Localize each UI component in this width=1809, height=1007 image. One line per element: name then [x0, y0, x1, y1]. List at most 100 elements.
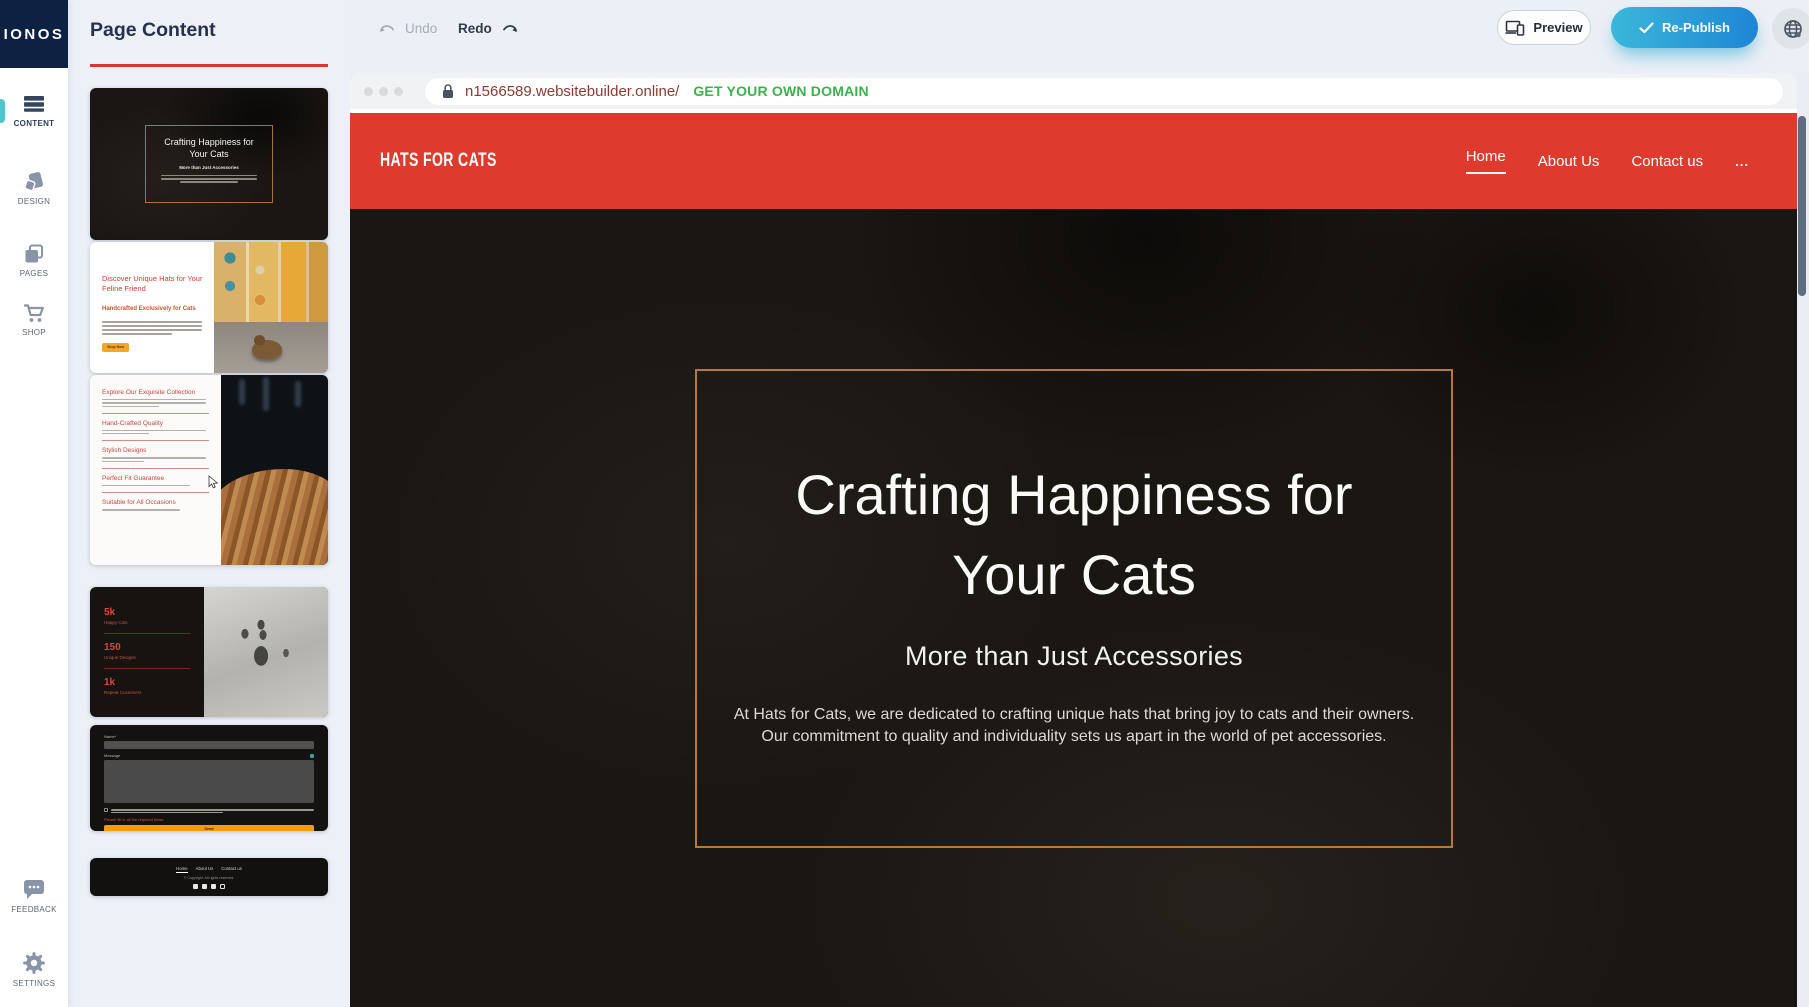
- stat-value: 5k: [104, 607, 190, 618]
- text-line-placeholder: [102, 509, 206, 510]
- text-line-placeholder: [102, 399, 206, 407]
- redo-label: Redo: [458, 21, 492, 36]
- text-line-placeholder: [102, 457, 206, 462]
- social-icon: [211, 884, 216, 889]
- thumb-intro-section[interactable]: Discover Unique Hats for Your Feline Fri…: [90, 242, 328, 373]
- thumb-hero-frame: Crafting Happiness for Your Cats More th…: [145, 125, 273, 203]
- thumb-hero-section[interactable]: Crafting Happiness for Your Cats More th…: [90, 88, 328, 240]
- social-icon: [193, 884, 198, 889]
- footer-copyright: © Copyright. All rights reserved.: [184, 876, 235, 880]
- footer-social-icons: [193, 884, 225, 889]
- site-nav: Home About Us Contact us ...: [1466, 148, 1749, 174]
- editor-toolbar: Undo Redo Preview Re-Publish: [350, 0, 1809, 73]
- undo-label: Undo: [405, 21, 437, 36]
- preview-scrollbar-thumb[interactable]: [1798, 116, 1806, 296]
- sidebar-item-label: SHOP: [0, 328, 68, 337]
- preview-label: Preview: [1533, 20, 1582, 35]
- thumb-stats-section[interactable]: 5k Happy Cats 150 Unique Designs 1k Repe…: [90, 587, 328, 717]
- site-canvas: HATS FOR CATS Home About Us Contact us .…: [350, 109, 1797, 1007]
- thumb-contact-form-section[interactable]: Name* Message Please fill in all the req…: [90, 725, 328, 831]
- cat-fur: [221, 469, 328, 565]
- stat-label: Repeat Customers: [104, 690, 190, 695]
- window-dots: [364, 87, 403, 96]
- check-icon: [1639, 22, 1654, 34]
- redo-button[interactable]: Redo: [458, 15, 520, 41]
- sidebar-item-label: DESIGN: [0, 197, 68, 206]
- undo-button[interactable]: Undo: [377, 15, 437, 41]
- stat-label: Happy Cats: [104, 620, 190, 625]
- nav-contact[interactable]: Contact us: [1631, 153, 1703, 170]
- nav-more-ellipsis[interactable]: ...: [1735, 154, 1749, 169]
- thumb-street-cat-photo: [214, 242, 328, 373]
- food-posters: [214, 242, 328, 322]
- feature-title: Explore Our Exquisite Collection: [102, 389, 209, 396]
- nav-about[interactable]: About Us: [1538, 153, 1600, 170]
- globe-icon: [1782, 18, 1804, 40]
- thumb-features-section[interactable]: Explore Our Exquisite Collection Hand-Cr…: [90, 375, 328, 565]
- shop-icon: [0, 301, 68, 325]
- thumb-features-list: Explore Our Exquisite Collection Hand-Cr…: [90, 375, 221, 565]
- feedback-icon: [0, 876, 68, 902]
- stat-label: Unique Designs: [104, 655, 190, 660]
- social-icon: [220, 884, 225, 889]
- sidebar-item-label: PAGES: [0, 269, 68, 278]
- sidebar-item-pages[interactable]: PAGES: [0, 242, 68, 278]
- form-name-input: [104, 741, 314, 749]
- thumb-hero-subtitle: More than Just Accessories: [146, 165, 272, 170]
- sidebar-item-shop[interactable]: SHOP: [0, 301, 68, 337]
- panel-title: Page Content: [90, 19, 216, 42]
- design-icon: [0, 170, 68, 194]
- sidebar-item-settings[interactable]: SETTINGS: [0, 950, 68, 988]
- text-line-placeholder: [111, 808, 314, 813]
- settings-icon: [0, 950, 68, 976]
- thumb-stats-list: 5k Happy Cats 150 Unique Designs 1k Repe…: [90, 587, 204, 717]
- sidebar-item-content[interactable]: CONTENT: [0, 92, 68, 128]
- site-header[interactable]: HATS FOR CATS Home About Us Contact us .…: [350, 113, 1797, 209]
- cat-photo-silhouette: [252, 340, 282, 359]
- get-domain-link[interactable]: GET YOUR OWN DOMAIN: [693, 83, 868, 99]
- republish-button[interactable]: Re-Publish: [1611, 7, 1758, 48]
- cursor-pointer: [208, 475, 219, 489]
- text-line-placeholder: [102, 430, 206, 435]
- nav-home[interactable]: Home: [1466, 148, 1506, 174]
- preview-button[interactable]: Preview: [1497, 10, 1591, 45]
- site-preview-card: n1566589.websitebuilder.online/ GET YOUR…: [350, 73, 1797, 1007]
- thumb-shop-now-button: Shop Now: [102, 343, 129, 352]
- redo-icon: [500, 21, 520, 35]
- address-bar[interactable]: n1566589.websitebuilder.online/ GET YOUR…: [425, 78, 1783, 105]
- site-brand: HATS FOR CATS: [380, 150, 497, 172]
- devices-icon: [1505, 20, 1525, 36]
- feature-title: Stylish Designs: [102, 447, 209, 454]
- form-message-textarea: [104, 760, 314, 803]
- thumb-paw-print-photo: [204, 587, 328, 717]
- sidebar-item-feedback[interactable]: FEEDBACK: [0, 876, 68, 914]
- hero-body-text: At Hats for Cats, we are dedicated to cr…: [729, 704, 1419, 748]
- sidebar-item-label: FEEDBACK: [0, 905, 68, 914]
- stat-value: 150: [104, 642, 190, 653]
- form-send-button: Send: [104, 825, 314, 831]
- pages-icon: [0, 242, 68, 266]
- social-icon: [202, 884, 207, 889]
- language-globe-button[interactable]: [1772, 8, 1809, 49]
- section-thumbnail-list: Crafting Happiness for Your Cats More th…: [90, 88, 328, 896]
- hero-section[interactable]: Crafting Happiness for Your Cats More th…: [695, 369, 1453, 848]
- text-line-placeholder: [102, 321, 202, 335]
- sidebar-item-design[interactable]: DESIGN: [0, 170, 68, 206]
- form-required-notice: Please fill in all the required fields: [104, 817, 314, 822]
- form-name-label: Name*: [104, 734, 314, 739]
- text-line-placeholder: [161, 175, 257, 183]
- thumb-footer-section[interactable]: Home About Us Contact us © Copyright. Al…: [90, 858, 328, 896]
- thumb-intro-heading: Discover Unique Hats for Your Feline Fri…: [102, 274, 204, 293]
- content-icon: [0, 92, 68, 116]
- undo-icon: [377, 21, 397, 35]
- hero-subtitle: More than Just Accessories: [697, 641, 1451, 672]
- feature-title: Suitable for All Occasions: [102, 499, 209, 506]
- feature-title: Perfect Fit Guarantee: [102, 475, 209, 482]
- thumb-hero-title: Crafting Happiness for Your Cats: [146, 136, 272, 160]
- panel-title-underline: [90, 64, 328, 67]
- form-consent-checkbox: [104, 808, 108, 812]
- thumb-cat-fur-photo: [221, 375, 328, 565]
- site-url: n1566589.websitebuilder.online/: [465, 83, 679, 100]
- browser-chrome-bar: n1566589.websitebuilder.online/ GET YOUR…: [350, 73, 1797, 109]
- sidebar-item-label: SETTINGS: [0, 979, 68, 988]
